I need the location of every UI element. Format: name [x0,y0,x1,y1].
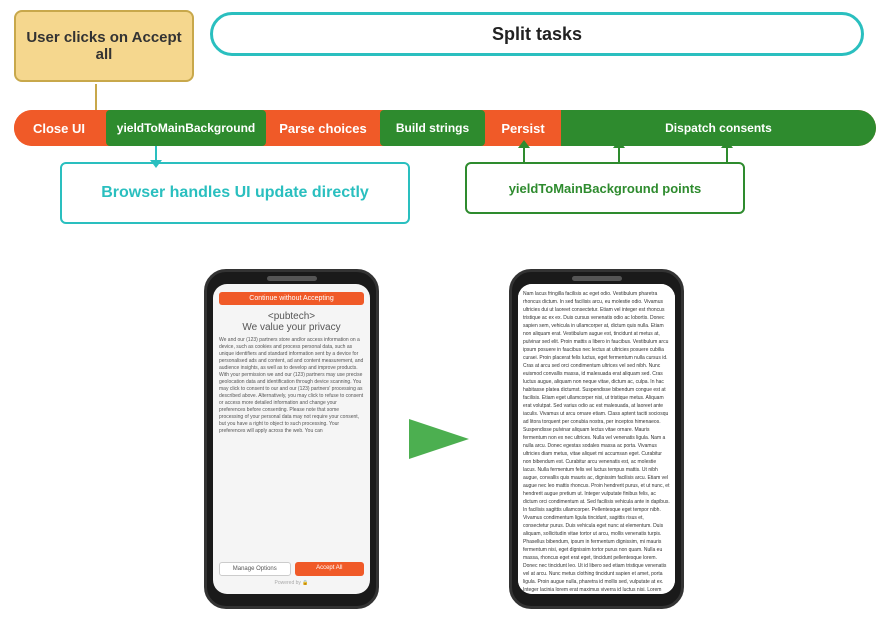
browser-handles-label: Browser handles UI update directly [101,184,369,202]
pipe-dispatch: Dispatch consents [561,110,876,146]
user-clicks-label: User clicks on Accept all [16,29,192,63]
phones-area: Continue without Accepting <pubtech> We … [0,258,888,619]
phone-speaker-left [267,276,317,281]
pipe-yield1: yieldToMainBackground [106,110,266,146]
consent-buttons: Manage Options Accept All [219,562,364,576]
left-phone: Continue without Accepting <pubtech> We … [204,269,379,609]
consent-screen: Continue without Accepting <pubtech> We … [213,284,370,594]
consent-logo: <pubtech> We value your privacy [219,311,364,333]
consent-body-text: We and our (123) partners store and/or a… [219,337,364,556]
arrow-between-phones [409,419,479,459]
yield-points-box: yieldToMainBackground points [465,162,745,214]
user-clicks-box: User clicks on Accept all [14,10,194,82]
arrow-to-browser [155,146,157,162]
yield-points-label: yieldToMainBackground points [509,181,702,196]
left-phone-screen: Continue without Accepting <pubtech> We … [213,284,370,594]
accept-all-button[interactable]: Accept All [295,562,365,576]
pipe-close-ui: Close UI [14,110,104,146]
right-phone: Nam lacus fringilla facilisis ac eget od… [509,269,684,609]
browser-handles-box: Browser handles UI update directly [60,162,410,224]
consent-powered: Powered by 🔒 [219,580,364,586]
pipe-build: Build strings [380,110,485,146]
pipeline-bar: Close UI yieldToMainBackground Parse cho… [14,110,876,146]
split-tasks-label: Split tasks [492,24,582,45]
manage-options-button[interactable]: Manage Options [219,562,291,576]
split-tasks-pill: Split tasks [210,12,864,56]
article-screen: Nam lacus fringilla facilisis ac eget od… [518,284,675,594]
phone-speaker-right [572,276,622,281]
pipe-parse: Parse choices [268,110,378,146]
right-phone-screen: Nam lacus fringilla facilisis ac eget od… [518,284,675,594]
consent-header-bar: Continue without Accepting [219,292,364,305]
diagram-area: User clicks on Accept all Split tasks Cl… [0,0,888,260]
